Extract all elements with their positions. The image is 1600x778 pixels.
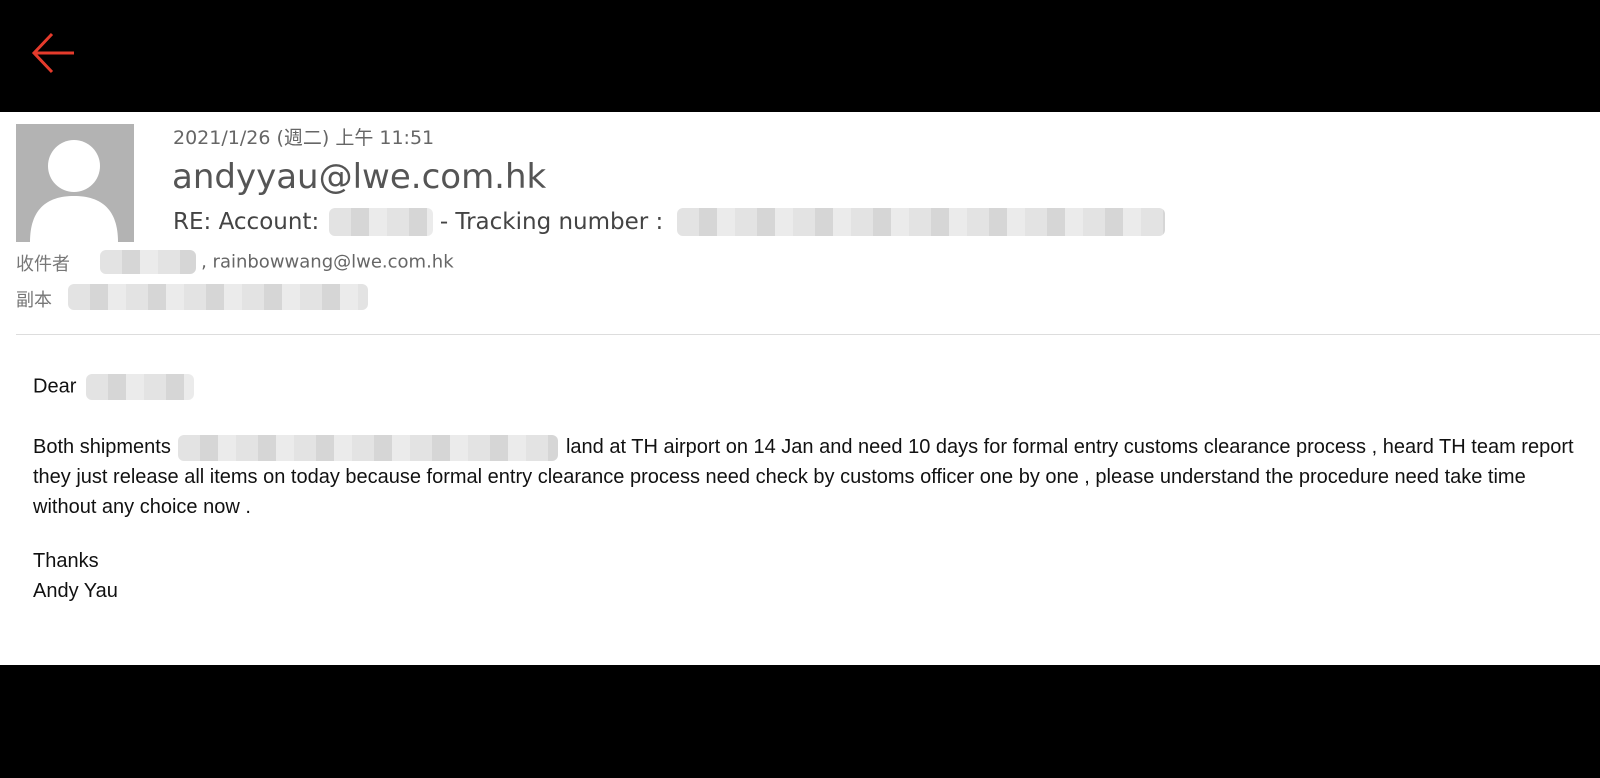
avatar (16, 124, 134, 242)
redacted-recipient (100, 250, 196, 274)
arrow-left-icon (31, 32, 74, 74)
email-datetime: 2021/1/26 (週二) 上午 11:51 (173, 127, 435, 149)
redacted-tracking-number (676, 208, 1165, 236)
visible-recipient: , rainbowwang@lwe.com.hk (201, 251, 454, 273)
subject-prefix: RE: Account: (173, 209, 320, 235)
signature: Andy Yau (33, 580, 118, 602)
person-silhouette-icon (30, 140, 118, 242)
redacted-recipient-name (85, 374, 194, 400)
top-toolbar (0, 0, 1600, 112)
bottom-bar (0, 665, 1600, 778)
redacted-cc (68, 284, 368, 310)
back-button[interactable] (28, 30, 78, 76)
paragraph-start: Both shipments (33, 436, 171, 458)
recipients-list[interactable]: , rainbowwang@lwe.com.hk (100, 250, 454, 274)
greeting-text: Dear (33, 375, 77, 398)
header-divider (16, 334, 1600, 335)
subject-middle: - Tracking number : (439, 209, 664, 235)
cc-label: 副本 (16, 290, 52, 311)
email-subject: RE: Account: - Tracking number : (173, 208, 1165, 236)
email-body-paragraph: Both shipments land at TH airport on 14 … (33, 432, 1593, 522)
redacted-shipment-numbers (178, 434, 559, 461)
email-viewer: 2021/1/26 (週二) 上午 11:51 andyyau@lwe.com.… (0, 112, 1600, 665)
greeting: Dear (33, 374, 194, 400)
redacted-account (328, 208, 433, 236)
to-label: 收件者 (16, 254, 70, 275)
sender-address[interactable]: andyyau@lwe.com.hk (172, 157, 546, 197)
signoff: Thanks (33, 550, 99, 572)
